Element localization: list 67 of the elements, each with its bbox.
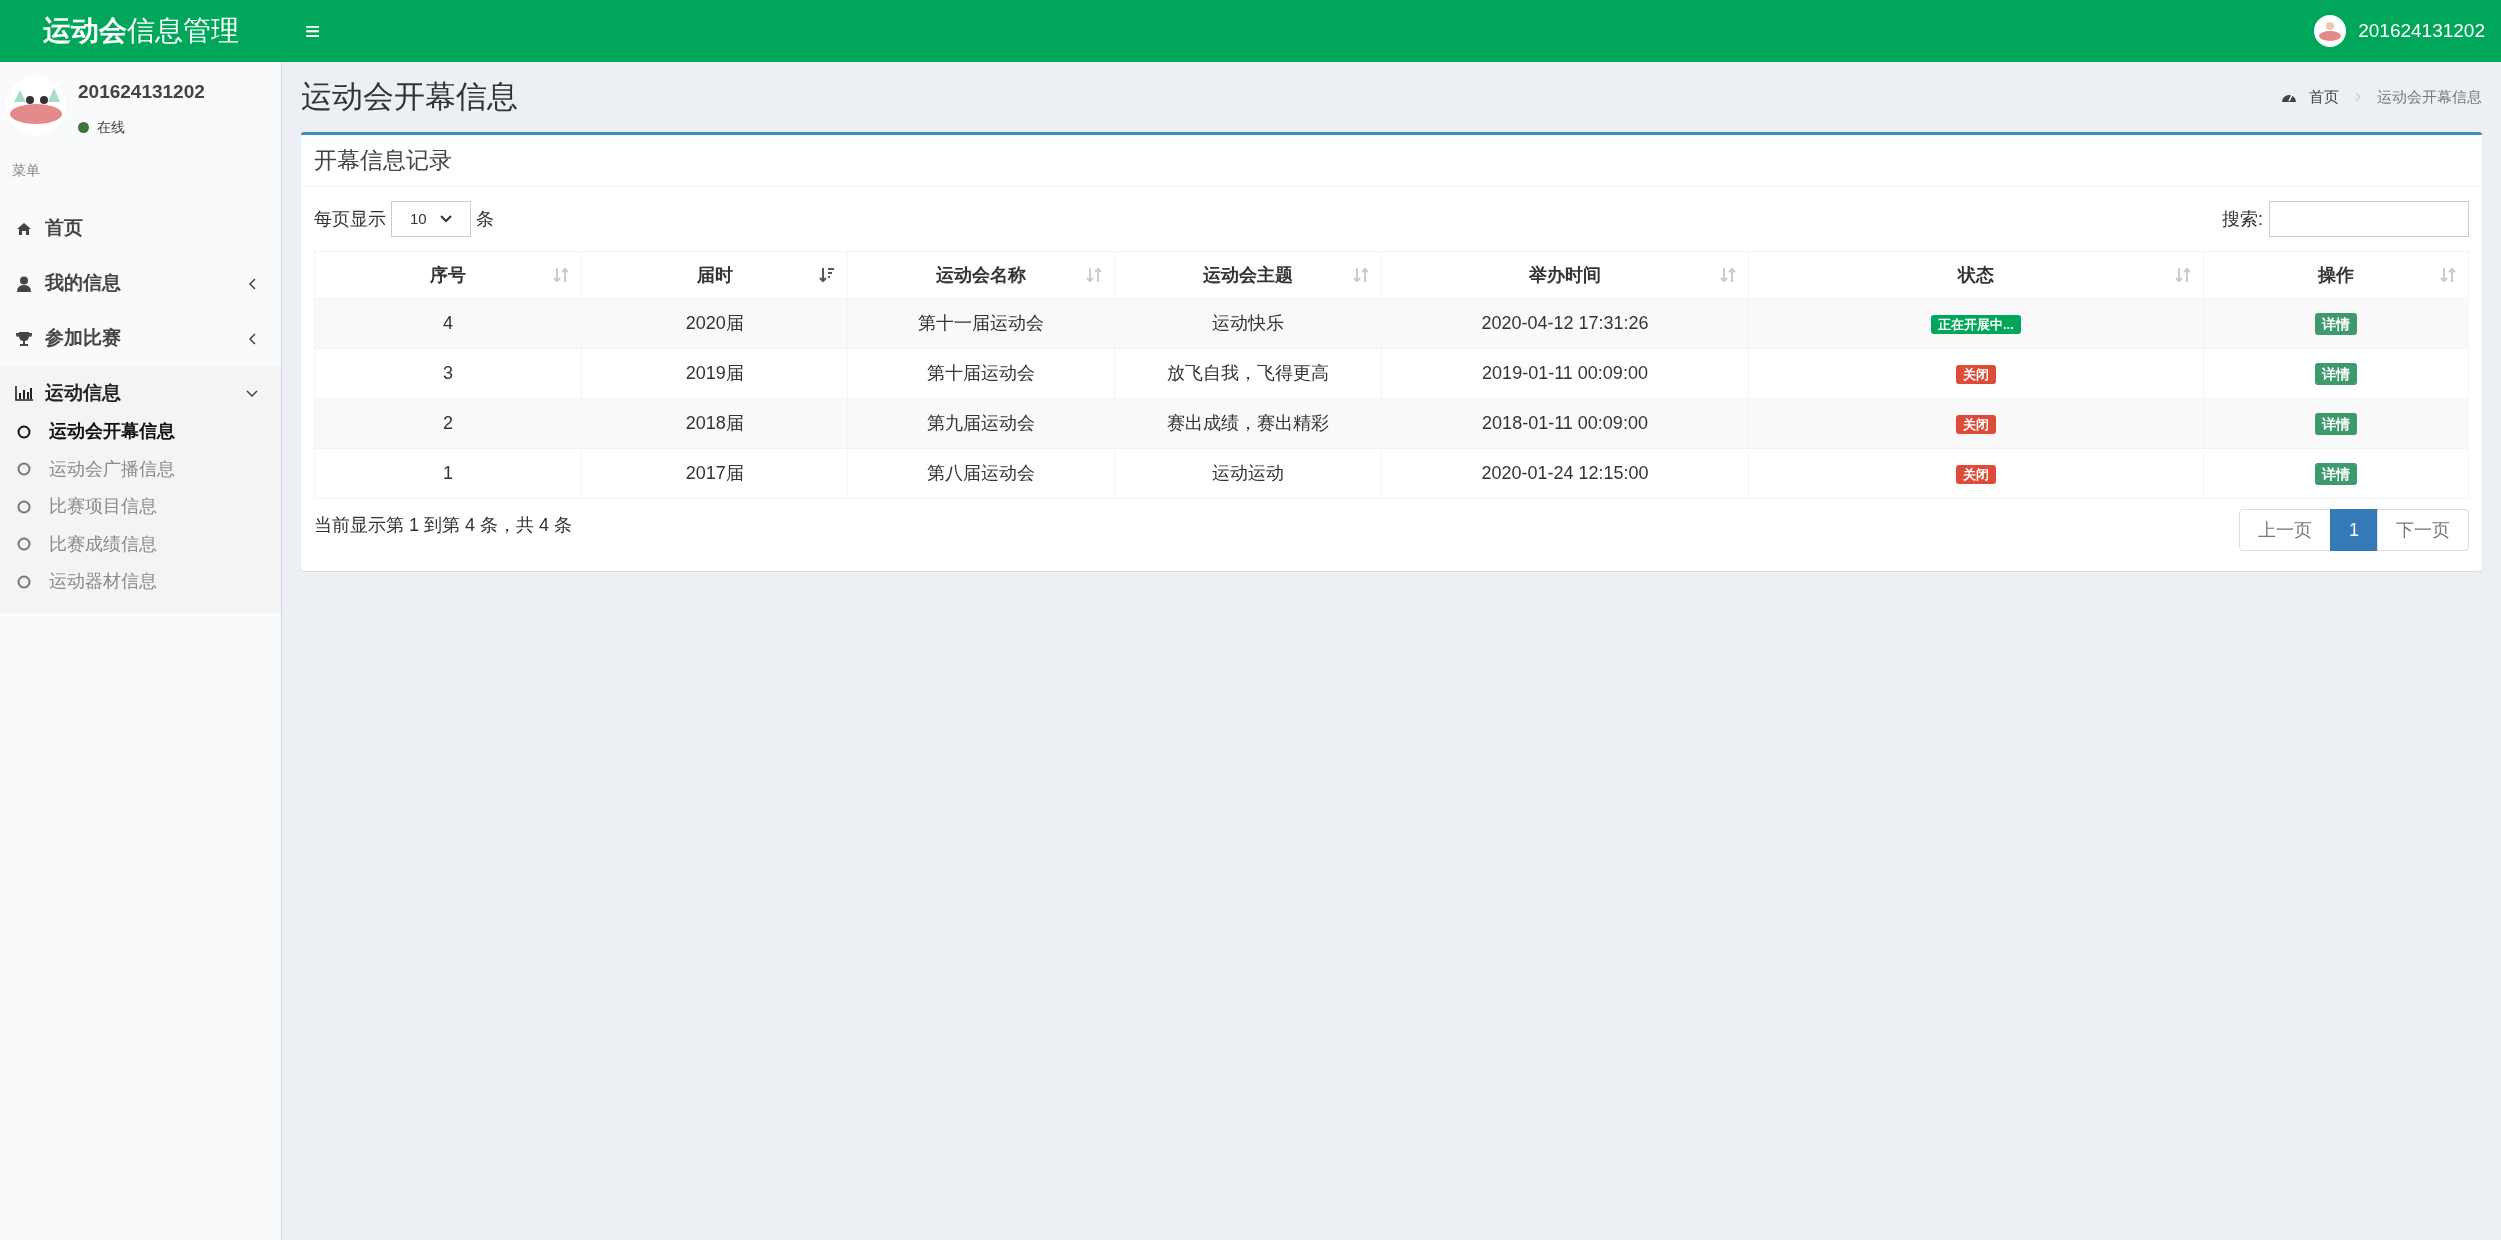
- circle-icon: [17, 462, 31, 477]
- table-cell: 2018届: [581, 398, 848, 449]
- separator-icon: [2355, 92, 2361, 102]
- home-icon: [16, 221, 32, 236]
- column-header[interactable]: 运动会主题: [1114, 251, 1382, 299]
- table-cell: 第九届运动会: [848, 398, 1115, 449]
- table-cell: 运动运动: [1114, 448, 1382, 499]
- search-field[interactable]: [2269, 201, 2469, 237]
- chevron-down-icon: [440, 215, 452, 223]
- column-header[interactable]: 操作: [2203, 251, 2469, 299]
- circle-icon: [17, 499, 31, 514]
- circle-icon: [17, 424, 31, 439]
- table-cell: 2020-01-24 12:15:00: [1381, 448, 1749, 499]
- table-info: 当前显示第 1 到第 4 条，共 4 条: [314, 513, 573, 537]
- user-icon: [17, 275, 31, 292]
- table-cell: 2019-01-11 00:09:00: [1381, 348, 1749, 399]
- trophy-icon: [15, 330, 33, 347]
- length-label: 每页显示: [314, 207, 386, 231]
- avatar: [6, 76, 66, 136]
- table-cell: 2017届: [581, 448, 848, 499]
- pagination-button[interactable]: 上一页: [2239, 509, 2331, 551]
- page-button[interactable]: 1: [2330, 509, 2378, 551]
- pagination-button[interactable]: 下一页: [2377, 509, 2469, 551]
- search-label: 搜索:: [2222, 207, 2263, 231]
- status-badge: 正在开展中...: [1930, 315, 2021, 334]
- bar-chart-icon: [15, 386, 33, 401]
- circle-icon: [17, 537, 31, 552]
- user-name: 201624131202: [78, 80, 205, 104]
- status-badge: 关闭: [1955, 415, 1996, 434]
- chevron-left-icon: [248, 332, 256, 345]
- table-cell: 2019届: [581, 348, 848, 399]
- circle-icon: [17, 574, 31, 589]
- app-logo: 运动会信息管理: [42, 14, 239, 48]
- table-cell: 运动快乐: [1114, 298, 1382, 349]
- chevron-down-icon: [246, 389, 258, 398]
- table-cell: 3: [314, 348, 582, 399]
- table-cell: 1: [314, 448, 582, 499]
- menu-heading: 菜单: [11, 161, 41, 180]
- user-status: 在线: [97, 117, 125, 137]
- table-cell: 第八届运动会: [848, 448, 1115, 499]
- table-cell: 2018-01-11 00:09:00: [1381, 398, 1749, 449]
- table-cell: 2020-04-12 17:31:26: [1381, 298, 1749, 349]
- table-cell: 放飞自我，飞得更高: [1114, 348, 1382, 399]
- avatar: [2314, 15, 2347, 47]
- column-header[interactable]: 届时: [581, 251, 848, 299]
- status-badge: 关闭: [1955, 365, 1996, 384]
- menu-item[interactable]: 首页: [0, 201, 281, 256]
- breadcrumb-current: 运动会开幕信息: [2377, 86, 2482, 107]
- panel-title: 开幕信息记录: [314, 146, 452, 176]
- table-cell: 4: [314, 298, 582, 349]
- status-badge: 关闭: [1955, 465, 1996, 484]
- menu-item[interactable]: 我的信息: [0, 256, 281, 311]
- length-suffix: 条: [476, 207, 494, 231]
- column-header[interactable]: 运动会名称: [848, 251, 1115, 299]
- page-title: 运动会开幕信息: [301, 77, 518, 116]
- table-cell: 2020届: [581, 298, 848, 349]
- column-header[interactable]: 序号: [314, 251, 582, 299]
- table-cell: 第十届运动会: [848, 348, 1115, 399]
- breadcrumb-link[interactable]: 首页: [2309, 85, 2339, 109]
- page-size-select[interactable]: 10: [391, 201, 471, 237]
- column-header[interactable]: 举办时间: [1381, 251, 1749, 299]
- table-cell: 第十一届运动会: [848, 298, 1115, 349]
- menu-item[interactable]: 参加比赛: [0, 311, 281, 366]
- table-cell: 赛出成绩，赛出精彩: [1114, 398, 1382, 449]
- table-cell: 2: [314, 398, 582, 449]
- column-header[interactable]: 状态: [1748, 251, 2204, 299]
- chevron-left-icon: [248, 277, 256, 290]
